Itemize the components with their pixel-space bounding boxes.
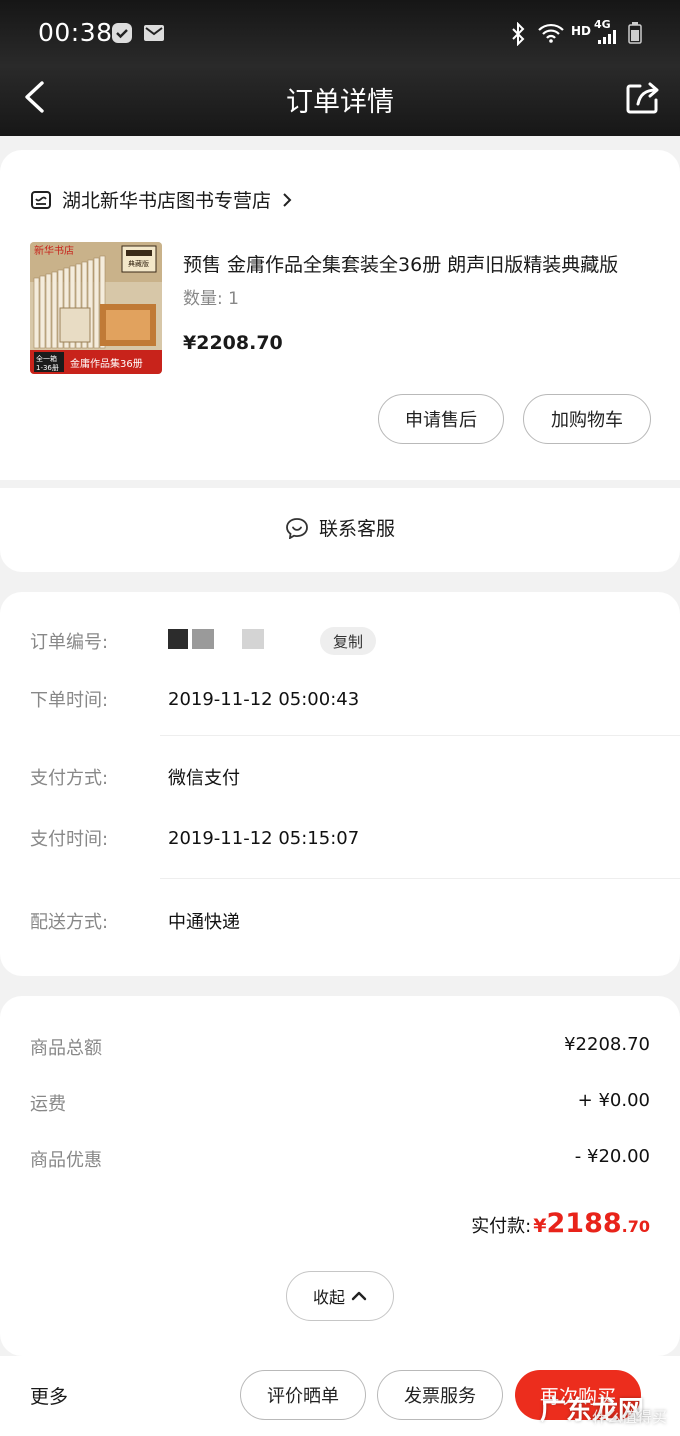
thumb-tag: 典藏版 xyxy=(128,259,149,268)
order-number-label: 订单编号: xyxy=(30,632,109,653)
order-time-row: 下单时间: 2019-11-12 05:00:43 xyxy=(30,686,359,712)
signal-icon xyxy=(598,30,616,44)
product-card: 湖北新华书店图书专营店 新华书店 典藏版 全一箱 1-36册 金庸作品集36册 … xyxy=(0,150,680,572)
amount-paid-integer: 2188 xyxy=(546,1208,622,1239)
collapse-button[interactable]: 收起 xyxy=(286,1271,394,1321)
hd-indicator: HD xyxy=(571,24,592,38)
watermark: 广东龙网 什么值得买 xyxy=(540,1390,680,1436)
amount-paid-currency: ¥ xyxy=(533,1215,547,1237)
amount-paid-decimal: .70 xyxy=(621,1217,650,1236)
thumb-publisher: 新华书店 xyxy=(34,244,74,257)
apply-after-sale-button[interactable]: 申请售后 xyxy=(378,394,504,444)
shipping-value: + ¥0.00 xyxy=(577,1090,650,1111)
shipping-label: 运费 xyxy=(30,1094,66,1115)
more-button[interactable]: 更多 xyxy=(30,1382,68,1409)
contact-service-button[interactable]: 联系客服 xyxy=(0,514,680,541)
payment-time-row: 支付时间: 2019-11-12 05:15:07 xyxy=(30,825,359,851)
order-number-row: 订单编号: xyxy=(30,628,268,654)
order-time-label: 下单时间: xyxy=(30,690,109,711)
store-icon xyxy=(31,190,51,209)
contact-service-label: 联系客服 xyxy=(318,518,395,540)
discount-label: 商品优惠 xyxy=(30,1150,102,1171)
shipping-row: 运费 + ¥0.00 xyxy=(30,1090,650,1116)
check-badge-icon xyxy=(112,23,132,43)
thumb-label-a: 全一箱 xyxy=(36,354,57,363)
payment-method-label: 支付方式: xyxy=(30,768,109,789)
delivery-method-value: 中通快递 xyxy=(168,912,240,933)
battery-icon xyxy=(628,22,642,44)
order-number-masked xyxy=(168,628,268,654)
wifi-icon xyxy=(538,23,564,43)
mail-icon xyxy=(144,25,164,41)
product-title[interactable]: 预售 金庸作品全集套装全36册 朗声旧版精装典藏版 xyxy=(183,250,653,277)
bluetooth-icon xyxy=(512,22,525,46)
divider xyxy=(160,878,680,879)
discount-row: 商品优惠 - ¥20.00 xyxy=(30,1146,650,1172)
store-link[interactable]: 湖北新华书店图书专营店 xyxy=(30,186,293,213)
collapse-label: 收起 xyxy=(312,1288,345,1307)
share-icon[interactable] xyxy=(624,78,662,116)
goods-total-label: 商品总额 xyxy=(30,1038,102,1059)
order-info-card: 订单编号: 复制 下单时间: 2019-11-12 05:00:43 支付方式:… xyxy=(0,592,680,976)
nav-bar: 订单详情 xyxy=(0,66,680,136)
invoice-service-button[interactable]: 发票服务 xyxy=(377,1370,503,1420)
thumb-banner: 金庸作品集36册 xyxy=(70,357,143,370)
thumb-label-b: 1-36册 xyxy=(36,364,59,372)
delivery-method-row: 配送方式: 中通快递 xyxy=(30,908,240,934)
status-bar: 00:38 HD 4G xyxy=(0,0,680,66)
payment-method-row: 支付方式: 微信支付 xyxy=(30,764,240,790)
payment-time-value: 2019-11-12 05:15:07 xyxy=(168,827,360,849)
product-thumbnail-art: 新华书店 典藏版 全一箱 1-36册 金庸作品集36册 xyxy=(30,242,162,374)
product-image[interactable]: 新华书店 典藏版 全一箱 1-36册 金庸作品集36册 xyxy=(30,242,162,374)
payment-time-label: 支付时间: xyxy=(30,829,109,850)
amount-paid-row: 实付款: ¥ 2188 .70 xyxy=(471,1208,650,1239)
product-price: ¥2208.70 xyxy=(183,332,283,354)
delivery-method-label: 配送方式: xyxy=(30,912,109,933)
store-name: 湖北新华书店图书专营店 xyxy=(62,190,272,212)
order-time-value: 2019-11-12 05:00:43 xyxy=(168,688,360,710)
amount-paid-label: 实付款: xyxy=(471,1216,532,1237)
review-order-button[interactable]: 评价晒单 xyxy=(240,1370,366,1420)
chevron-right-icon xyxy=(283,192,292,207)
watermark-sub: 什么值得买 xyxy=(592,1408,668,1426)
page-title: 订单详情 xyxy=(286,87,394,118)
goods-total-row: 商品总额 ¥2208.70 xyxy=(30,1034,650,1060)
goods-total-value: ¥2208.70 xyxy=(564,1034,650,1055)
status-time: 00:38 xyxy=(38,18,113,47)
chevron-up-icon xyxy=(351,1291,367,1301)
chat-icon xyxy=(286,517,308,539)
price-summary-card: 商品总额 ¥2208.70 运费 + ¥0.00 商品优惠 - ¥20.00 实… xyxy=(0,996,680,1356)
payment-method-value: 微信支付 xyxy=(168,768,240,789)
divider xyxy=(0,480,680,488)
product-quantity: 数量: 1 xyxy=(183,289,239,309)
divider xyxy=(160,735,680,736)
add-to-cart-button[interactable]: 加购物车 xyxy=(523,394,651,444)
copy-order-number-button[interactable]: 复制 xyxy=(320,627,376,655)
discount-value: - ¥20.00 xyxy=(574,1146,650,1167)
